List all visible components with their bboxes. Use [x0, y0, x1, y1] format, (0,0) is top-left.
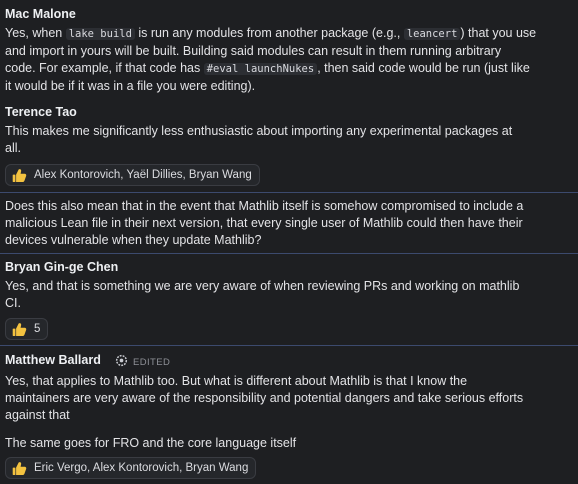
author-name[interactable]: Mac Malone [5, 6, 76, 23]
message-line: Yes, that applies to Mathlib too. But wh… [5, 374, 468, 388]
inline-code: lake build [65, 28, 135, 40]
message-line: Does this also mean that in the event th… [5, 199, 524, 213]
message-line: Yes, when lake build is run any modules … [5, 26, 537, 40]
edited-label: EDITED [133, 357, 171, 368]
reaction-users: Alex Kontorovich, Yaël Dillies, Bryan Wa… [34, 168, 252, 181]
reaction-count: 5 [34, 322, 41, 335]
message-line: malicious Lean file in their next versio… [5, 216, 523, 230]
message-line: devices vulnerable when they update Math… [5, 233, 262, 247]
message-body: Yes, when lake build is run any modules … [5, 25, 565, 95]
message-body: Yes, that applies to Mathlib too. But wh… [5, 373, 565, 424]
message-line: all. [5, 141, 21, 155]
author-name[interactable]: Bryan Gin-ge Chen [5, 259, 118, 276]
reaction-button[interactable]: 5 [5, 318, 49, 340]
thumbs-up-icon [12, 461, 27, 475]
inline-code: leancert [403, 28, 461, 40]
message-line: Yes, and that is something we are very a… [5, 279, 520, 293]
message-line: code. For example, if that code has #eva… [5, 61, 530, 75]
author-name[interactable]: Matthew Ballard [5, 352, 101, 369]
message-line: This makes me significantly less enthusi… [5, 124, 513, 138]
message-body: This makes me significantly less enthusi… [5, 123, 565, 157]
author-name[interactable]: Terence Tao [5, 104, 77, 121]
message-line: and import in yours will be built. Build… [5, 44, 502, 58]
message-line: The same goes for FRO and the core langu… [5, 436, 297, 450]
message-body: Does this also mean that in the event th… [5, 198, 565, 249]
message-divider [0, 253, 578, 254]
inline-code: #eval launchNukes [203, 63, 318, 75]
message-line: maintainers are very aware of the respon… [5, 391, 524, 405]
thumbs-up-icon [12, 168, 27, 182]
message-line: CI. [5, 296, 21, 310]
message-divider [0, 192, 578, 193]
reaction-users: Eric Vergo, Alex Kontorovich, Bryan Wang [34, 461, 249, 474]
message-body: The same goes for FRO and the core langu… [5, 435, 565, 452]
edit-history-icon[interactable] [115, 354, 128, 367]
message-body: Yes, and that is something we are very a… [5, 278, 565, 312]
message-line: against that [5, 408, 70, 422]
thumbs-up-icon [12, 322, 27, 336]
message-divider [0, 345, 578, 346]
message-line: it would be if it was in a file you were… [5, 79, 256, 93]
reaction-button[interactable]: Eric Vergo, Alex Kontorovich, Bryan Wang [5, 457, 257, 479]
reaction-button[interactable]: Alex Kontorovich, Yaël Dillies, Bryan Wa… [5, 164, 260, 186]
